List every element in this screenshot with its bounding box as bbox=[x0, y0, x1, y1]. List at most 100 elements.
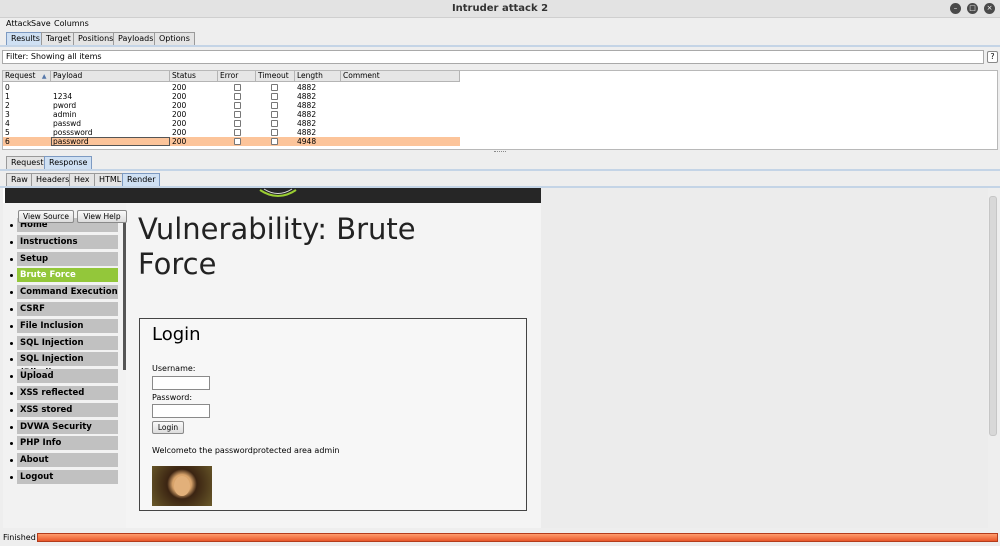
password-label: Password: bbox=[152, 393, 193, 402]
table-row[interactable]: 5 posssword 200 4882 bbox=[3, 128, 460, 137]
nav-bullet bbox=[10, 324, 13, 328]
tab-response[interactable]: Response bbox=[44, 156, 93, 169]
title-line-1: Vulnerability: Brute bbox=[138, 212, 416, 246]
nav-bullet bbox=[10, 308, 13, 311]
nav-item-logout[interactable]: Logout bbox=[17, 470, 118, 484]
table-row[interactable]: 1 1234 200 4882 bbox=[3, 92, 460, 101]
timeout-checkbox bbox=[271, 84, 278, 91]
header-banner bbox=[5, 188, 541, 203]
scrollbar-thumb[interactable] bbox=[989, 196, 997, 436]
nav-item-command-execution[interactable]: Command Execution bbox=[17, 285, 118, 300]
cell-payload: admin bbox=[53, 110, 77, 119]
cell-request: 3 bbox=[5, 110, 10, 119]
table-row[interactable]: 4 passwd 200 4882 bbox=[3, 119, 460, 128]
nav-bullet bbox=[10, 408, 13, 412]
progress-bar bbox=[37, 533, 998, 542]
error-checkbox bbox=[234, 138, 241, 145]
admin-avatar bbox=[152, 466, 212, 506]
timeout-checkbox bbox=[271, 102, 278, 109]
username-input[interactable] bbox=[152, 376, 210, 390]
splitter-handle[interactable] bbox=[494, 151, 506, 153]
close-icon[interactable]: × bbox=[984, 3, 995, 14]
menu-save[interactable]: Save bbox=[31, 19, 51, 28]
table-row[interactable]: 0 200 4882 bbox=[3, 83, 460, 92]
cell-request: 0 bbox=[5, 83, 10, 92]
tab-positions[interactable]: Positions bbox=[73, 32, 119, 45]
cell-length: 4882 bbox=[297, 110, 317, 119]
column-header-request[interactable]: Request ▲ bbox=[3, 71, 51, 82]
column-header-status[interactable]: Status bbox=[170, 71, 218, 82]
nav-item-csrf[interactable]: CSRF bbox=[17, 302, 118, 316]
nav-item-sql-injection-blind[interactable]: SQL Injection (Blind) bbox=[17, 352, 118, 378]
status-text: Finished bbox=[3, 533, 36, 542]
nav-item-dvwa-security[interactable]: DVWA Security bbox=[17, 419, 118, 434]
error-checkbox bbox=[234, 111, 241, 118]
cell-length: 4882 bbox=[297, 101, 317, 110]
tab-results[interactable]: Results bbox=[6, 32, 45, 45]
nav-item-sql-injection[interactable]: SQL Injection bbox=[17, 335, 118, 350]
nav-item-php-info[interactable]: PHP Info bbox=[17, 436, 118, 451]
cell-request: 6 bbox=[5, 137, 10, 146]
nav-bullet bbox=[10, 392, 13, 395]
nav-item-xss-reflected[interactable]: XSS reflected bbox=[17, 386, 118, 400]
cell-length: 4882 bbox=[297, 92, 317, 101]
menu-columns[interactable]: Columns bbox=[54, 19, 89, 28]
render-pane: Home Instructions Setup Brute Force Command … bbox=[3, 188, 997, 528]
window-title: Intruder attack 2 bbox=[451, 3, 549, 14]
nav-item-setup[interactable]: Setup bbox=[17, 251, 118, 266]
column-header-length[interactable]: Length bbox=[295, 71, 341, 82]
nav-bullet bbox=[10, 224, 13, 227]
timeout-checkbox bbox=[271, 93, 278, 100]
cell-payload: pword bbox=[53, 101, 77, 110]
cell-status: 200 bbox=[172, 110, 187, 119]
minimize-icon[interactable]: – bbox=[950, 3, 961, 14]
menu-attack[interactable]: Attack bbox=[6, 19, 32, 28]
filter-bar[interactable]: Filter: Showing all items bbox=[2, 50, 984, 64]
cell-focus-outline bbox=[51, 137, 170, 146]
nav-item-upload[interactable]: Upload bbox=[17, 369, 118, 384]
help-icon[interactable]: ? bbox=[987, 51, 998, 63]
tab-hex[interactable]: Hex bbox=[69, 173, 95, 186]
error-checkbox bbox=[234, 129, 241, 136]
column-header-error[interactable]: Error bbox=[218, 71, 256, 82]
maximize-icon[interactable]: □ bbox=[967, 3, 978, 14]
login-button[interactable]: Login bbox=[152, 421, 184, 434]
main-tab-strip: Results Target Positions Payloads Option… bbox=[0, 30, 1000, 45]
view-source-button[interactable]: View Source bbox=[18, 210, 74, 223]
timeout-checkbox bbox=[271, 111, 278, 118]
tab-request[interactable]: Request bbox=[6, 156, 49, 169]
cell-length: 4882 bbox=[297, 119, 317, 128]
table-row[interactable]: 2 pword 200 4882 bbox=[3, 101, 460, 110]
column-header-timeout[interactable]: Timeout bbox=[256, 71, 295, 82]
cell-payload: posssword bbox=[53, 128, 93, 137]
nav-item-about[interactable]: About bbox=[17, 453, 118, 468]
table-row[interactable]: 6 password 200 4948 bbox=[3, 137, 460, 146]
nav-item-brute-force[interactable]: Brute Force bbox=[17, 268, 118, 283]
nav-item-file-inclusion[interactable]: File Inclusion bbox=[17, 318, 118, 333]
nav-bullet bbox=[10, 476, 13, 479]
menu-bar: Attack Save Columns bbox=[0, 18, 1000, 30]
cell-request: 1 bbox=[5, 92, 10, 101]
username-label: Username: bbox=[152, 364, 196, 373]
password-input[interactable] bbox=[152, 404, 210, 418]
tab-raw[interactable]: Raw bbox=[6, 173, 33, 186]
tab-headers[interactable]: Headers bbox=[31, 173, 75, 186]
cell-status: 200 bbox=[172, 128, 187, 137]
timeout-checkbox bbox=[271, 129, 278, 136]
view-tab-strip: Raw Headers Hex HTML Render bbox=[0, 172, 1000, 186]
column-header-payload[interactable]: Payload bbox=[51, 71, 170, 82]
column-header-comment[interactable]: Comment bbox=[341, 71, 460, 82]
view-help-button[interactable]: View Help bbox=[77, 210, 127, 223]
tab-target[interactable]: Target bbox=[41, 32, 76, 45]
tab-options[interactable]: Options bbox=[154, 32, 195, 45]
timeout-checkbox bbox=[271, 120, 278, 127]
tab-payloads[interactable]: Payloads bbox=[113, 32, 159, 45]
cell-status: 200 bbox=[172, 119, 187, 128]
nav-item-xss-stored[interactable]: XSS stored bbox=[17, 402, 118, 417]
nav-item-instructions[interactable]: Instructions bbox=[17, 234, 118, 249]
header-label: Request bbox=[5, 71, 36, 80]
tab-render[interactable]: Render bbox=[122, 173, 161, 186]
login-panel: Login Username: Password: Login Welcomet… bbox=[139, 318, 527, 511]
timeout-checkbox bbox=[271, 138, 278, 145]
table-row[interactable]: 3 admin 200 4882 bbox=[3, 110, 460, 119]
